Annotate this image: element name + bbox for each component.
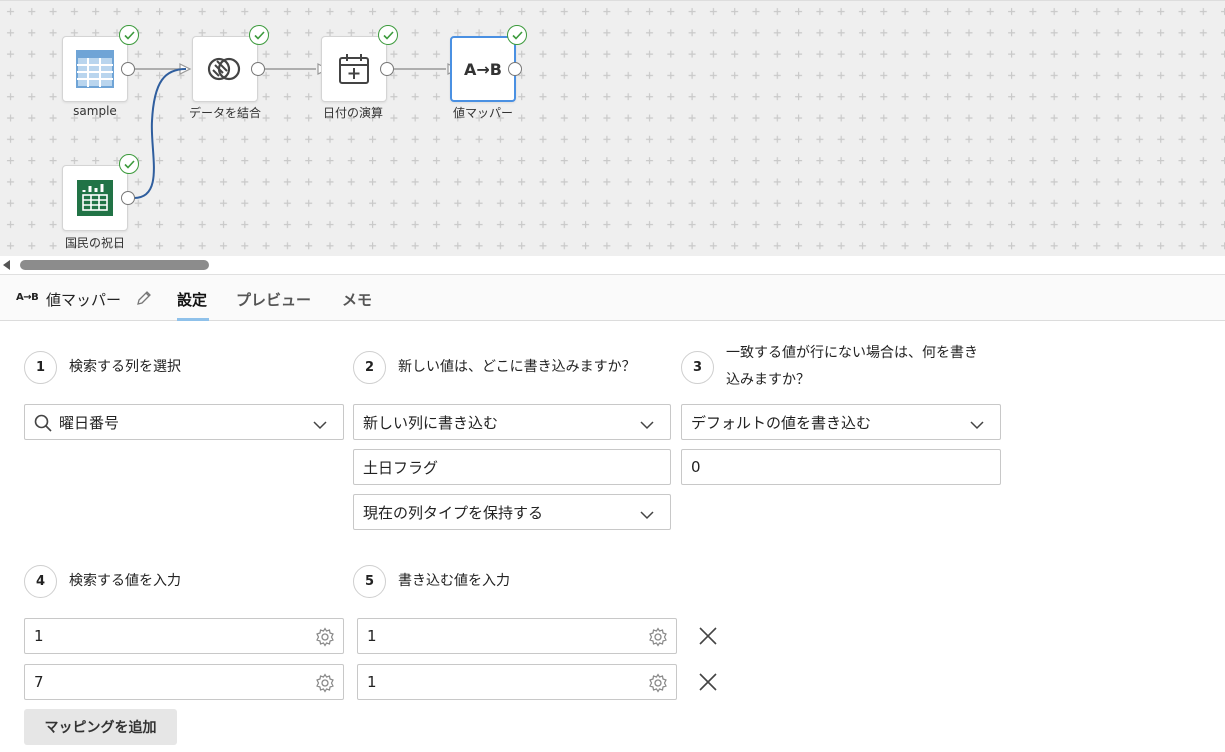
new-column-name-value: 土日フラグ [363, 458, 439, 477]
step-3-label-line2: 込みますか？ [726, 372, 810, 388]
workflow-canvas[interactable]: sample データを結合 日付の演算 A→B 値マッパー 国民の祝日 [0, 0, 1225, 256]
search-value-field[interactable]: 1 [24, 618, 344, 654]
chevron-down-icon [640, 416, 654, 434]
column-type-value: 現在の列タイプを保持する [363, 503, 544, 522]
node-sample[interactable] [62, 25, 139, 102]
default-value-field[interactable]: 0 [681, 449, 1001, 485]
step-2-badge: 2 [353, 351, 386, 384]
chevron-down-icon [640, 506, 654, 524]
scroll-left-icon[interactable] [3, 260, 10, 270]
output-port[interactable] [121, 191, 135, 205]
horizontal-scrollbar[interactable] [0, 256, 1225, 274]
remove-mapping-close-icon[interactable] [696, 670, 720, 694]
active-tab-indicator [177, 318, 209, 321]
step-5-badge: 5 [353, 565, 386, 598]
ab-mapper-icon: A→B [16, 292, 39, 303]
output-port[interactable] [251, 62, 265, 76]
default-value: 0 [691, 458, 701, 476]
gear-icon[interactable] [315, 673, 335, 697]
check-icon [378, 25, 398, 45]
search-column-select[interactable]: 曜日番号 [24, 404, 344, 440]
output-port[interactable] [508, 62, 522, 76]
gear-icon[interactable] [648, 673, 668, 697]
join-icon [193, 37, 257, 101]
search-icon [34, 414, 52, 436]
check-icon [119, 154, 139, 174]
panel-title: 値マッパー [46, 291, 122, 309]
tab-settings[interactable]: 設定 [177, 289, 207, 310]
node-links [133, 63, 460, 199]
node-label: データを結合 [188, 106, 261, 120]
check-icon [249, 25, 269, 45]
remove-mapping-close-icon[interactable] [696, 624, 720, 648]
search-value: 7 [34, 673, 44, 691]
no-match-value: デフォルトの値を書き込む [691, 413, 872, 432]
write-value-field[interactable]: 1 [357, 664, 677, 700]
excel-icon [63, 166, 127, 230]
step-5-label: 書き込む値を入力 [398, 573, 510, 589]
output-port[interactable] [380, 62, 394, 76]
search-value-field[interactable]: 7 [24, 664, 344, 700]
search-column-value: 曜日番号 [59, 413, 120, 432]
step-3-badge: 3 [681, 351, 714, 384]
tab-memo[interactable]: メモ [342, 289, 372, 310]
node-date-calc[interactable] [321, 25, 398, 102]
node-label: 日付の演算 [322, 106, 383, 120]
pencil-icon[interactable] [136, 290, 152, 310]
step-4-badge: 4 [24, 565, 57, 598]
panel-header: A→B 値マッパー 設定 プレビュー メモ [0, 274, 1225, 321]
write-value-field[interactable]: 1 [357, 618, 677, 654]
check-icon [119, 25, 139, 45]
table-icon [63, 37, 127, 101]
gear-icon[interactable] [648, 627, 668, 651]
no-match-select[interactable]: デフォルトの値を書き込む [681, 404, 1001, 440]
node-label: 国民の祝日 [64, 236, 125, 250]
check-icon [507, 25, 527, 45]
step-2-label: 新しい値は、どこに書き込みますか？ [398, 359, 636, 375]
node-holiday[interactable] [62, 154, 139, 231]
write-target-select[interactable]: 新しい列に書き込む [353, 404, 671, 440]
ab-mapper-icon: A→B [464, 59, 502, 79]
column-type-select[interactable]: 現在の列タイプを保持する [353, 494, 671, 530]
write-target-value: 新しい列に書き込む [363, 413, 499, 432]
new-column-name-field[interactable]: 土日フラグ [353, 449, 671, 485]
add-mapping-button[interactable]: マッピングを追加 [24, 709, 177, 745]
scroll-thumb[interactable] [20, 260, 209, 270]
step-4-label: 検索する値を入力 [69, 573, 181, 589]
output-port[interactable] [121, 62, 135, 76]
step-1-label: 検索する列を選択 [69, 359, 181, 375]
node-value-mapper[interactable]: A→B [450, 25, 527, 102]
gear-icon[interactable] [315, 627, 335, 651]
chevron-down-icon [970, 416, 984, 434]
tab-preview[interactable]: プレビュー [236, 289, 311, 310]
write-value: 1 [367, 673, 377, 691]
step-1-badge: 1 [24, 351, 57, 384]
search-value: 1 [34, 627, 44, 645]
write-value: 1 [367, 627, 377, 645]
node-label: sample [73, 104, 117, 118]
chevron-down-icon [313, 416, 327, 434]
step-3-label-line1: 一致する値が行にない場合は、何を書き [726, 345, 978, 361]
node-label: 値マッパー [452, 106, 513, 120]
node-join[interactable] [192, 25, 269, 102]
calendar-icon [322, 37, 386, 101]
